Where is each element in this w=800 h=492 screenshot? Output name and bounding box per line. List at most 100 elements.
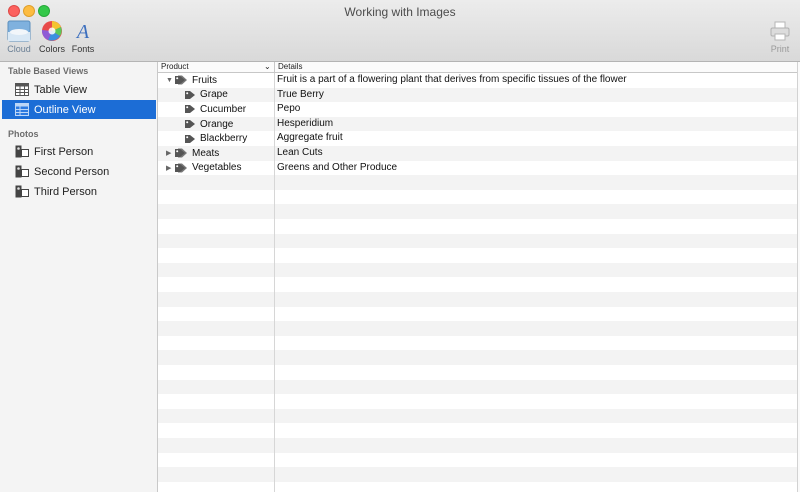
cloud-icon <box>7 20 31 42</box>
product-cell: ▶ Vegetables <box>166 161 242 176</box>
svg-text:A: A <box>75 21 90 42</box>
product-label: Grape <box>200 89 228 101</box>
sidebar-item-table-view[interactable]: Table View <box>2 80 156 99</box>
product-cell: Cucumber <box>184 102 246 117</box>
empty-row <box>158 482 797 492</box>
product-label: Meats <box>192 147 220 159</box>
empty-row <box>158 292 797 307</box>
table-row[interactable]: Blackberry Aggregate fruit <box>158 131 797 146</box>
empty-row <box>158 379 797 395</box>
title-toolbar: Working with Images Cloud Colors A Fonts… <box>0 0 800 62</box>
table-row[interactable]: Grape True Berry <box>158 87 797 103</box>
product-cell: Blackberry <box>184 131 247 146</box>
empty-row <box>158 453 797 468</box>
empty-row <box>158 190 797 205</box>
sidebar-item-label: Outline View <box>34 103 96 116</box>
empty-row <box>158 307 797 322</box>
outline-icon <box>15 103 29 116</box>
details-cell: Hesperidium <box>277 117 334 129</box>
outline-view[interactable]: Product ⌄ Details ▼ Fruits Fruit is a part… <box>158 62 797 492</box>
tag-icon <box>184 119 196 129</box>
disclosure-collapsed-icon[interactable]: ▶ <box>166 164 173 172</box>
disclosure-expanded-icon[interactable]: ▼ <box>166 77 173 84</box>
empty-row <box>158 438 797 453</box>
product-label: Orange <box>200 118 234 130</box>
product-cell: ▼ Fruits <box>166 73 217 88</box>
disclosure-collapsed-icon[interactable]: ▶ <box>166 149 173 157</box>
app-window: Working with Images Cloud Colors A Fonts… <box>0 0 800 492</box>
empty-row <box>158 467 797 482</box>
sidebar-item-third-person[interactable]: Third Person <box>2 182 156 201</box>
print-toolbar-button[interactable]: Print <box>766 20 794 54</box>
empty-row <box>158 248 797 263</box>
sidebar-item-outline-view[interactable]: Outline View <box>2 100 156 119</box>
product-label: Fruits <box>192 74 217 86</box>
color-wheel-icon <box>41 21 62 41</box>
empty-row <box>158 394 797 409</box>
tags-icon <box>174 148 188 158</box>
details-cell: True Berry <box>277 88 324 100</box>
details-cell: Greens and Other Produce <box>277 161 398 173</box>
empty-row <box>158 408 797 424</box>
product-cell: Grape <box>184 88 228 103</box>
fonts-toolbar-button[interactable]: A Fonts <box>70 20 96 54</box>
sidebar-item-label: Table View <box>34 83 87 96</box>
empty-row <box>158 175 797 190</box>
tags-icon <box>174 75 188 85</box>
table-row[interactable]: Orange Hesperidium <box>158 116 797 132</box>
empty-row <box>158 277 797 292</box>
tag-icon <box>184 104 196 114</box>
empty-row <box>158 365 797 380</box>
sidebar-item-second-person[interactable]: Second Person <box>2 162 156 181</box>
empty-row <box>158 350 797 365</box>
details-cell: Aggregate fruit <box>277 132 343 144</box>
sidebar-item-label: Third Person <box>34 185 97 198</box>
empty-row <box>158 336 797 351</box>
column-header-product[interactable]: Product <box>161 62 189 72</box>
empty-row <box>158 204 797 219</box>
details-cell: Pepo <box>277 103 301 115</box>
tag-icon <box>184 90 196 100</box>
cloud-label: Cloud <box>7 44 31 54</box>
empty-row <box>158 321 797 336</box>
person-photo-icon <box>15 185 29 198</box>
table-icon <box>15 83 29 96</box>
sidebar-item-label: Second Person <box>34 165 110 178</box>
sidebar: Table Based Views Table View Outline Vie… <box>0 62 158 492</box>
sidebar-item-first-person[interactable]: First Person <box>2 142 156 161</box>
printer-icon <box>770 21 790 41</box>
empty-row <box>158 233 797 249</box>
product-label: Cucumber <box>200 103 247 115</box>
product-cell: Orange <box>184 117 233 132</box>
empty-row <box>158 219 797 234</box>
colors-toolbar-button[interactable]: Colors <box>37 20 67 54</box>
chevron-down-icon[interactable]: ⌄ <box>264 62 271 72</box>
product-label: Blackberry <box>200 133 248 145</box>
details-cell: Fruit is a part of a flowering plant tha… <box>277 74 627 85</box>
window-title: Working with Images <box>344 5 456 19</box>
column-divider-line <box>274 73 275 492</box>
cloud-toolbar-button[interactable]: Cloud <box>6 20 32 54</box>
section-title-photos: Photos <box>8 129 39 139</box>
table-row[interactable]: ▶ Vegetables Greens and Other Produce <box>158 161 797 176</box>
colors-label: Colors <box>38 44 65 54</box>
column-header-details[interactable]: Details <box>278 62 302 72</box>
product-cell: ▶ Meats <box>166 146 219 161</box>
outline-rows: ▼ Fruits Fruit is a part of a flowering pl… <box>158 73 797 492</box>
tag-icon <box>184 134 196 144</box>
person-photo-icon <box>15 165 29 178</box>
sidebar-item-label: First Person <box>34 145 94 158</box>
empty-row <box>158 423 797 438</box>
product-label: Vegetables <box>192 162 242 174</box>
table-row[interactable]: ▼ Fruits Fruit is a part of a flowering pl… <box>158 73 797 88</box>
table-row[interactable]: ▶ Meats Lean Cuts <box>158 146 797 161</box>
table-row[interactable]: Cucumber Pepo <box>158 102 797 117</box>
person-photo-icon <box>15 145 29 158</box>
column-divider[interactable] <box>274 62 275 72</box>
details-cell: Lean Cuts <box>277 147 323 158</box>
empty-row <box>158 262 797 278</box>
outline-header: Product ⌄ Details <box>158 62 797 73</box>
fonts-icon: A <box>75 21 90 42</box>
section-title-table-based-views: Table Based Views <box>8 66 89 76</box>
fonts-label: Fonts <box>71 44 95 54</box>
